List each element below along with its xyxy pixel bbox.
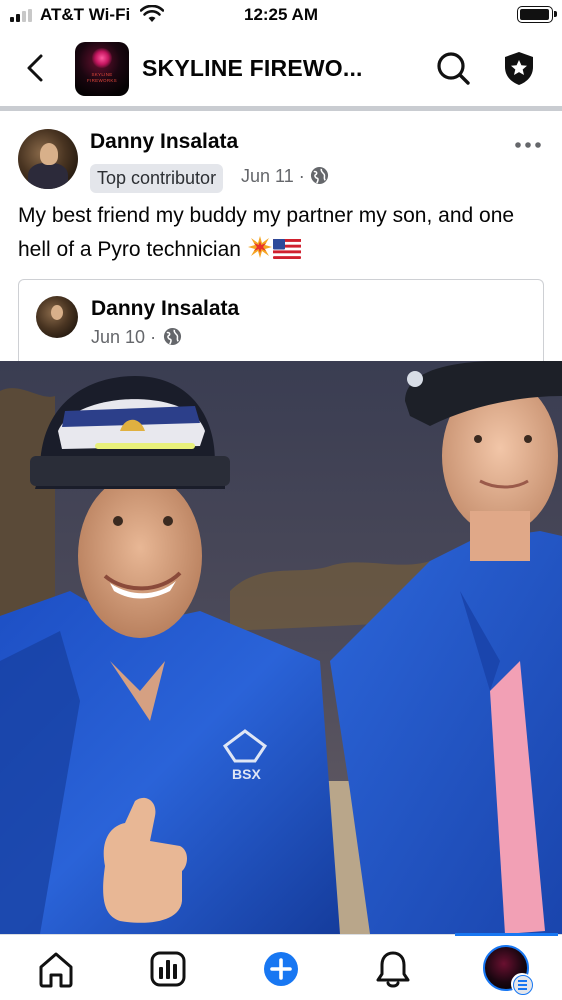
menu-icon [511, 973, 533, 995]
shared-author-avatar[interactable] [36, 296, 78, 338]
author-avatar[interactable] [18, 129, 78, 189]
globe-icon [163, 327, 182, 346]
wifi-icon [140, 5, 164, 22]
profile-avatar-icon[interactable] [483, 945, 533, 995]
shared-post-card[interactable]: Danny Insalata Jun 10 · [18, 279, 544, 369]
post-date[interactable]: Jun 11 · [241, 166, 305, 187]
post-author[interactable]: Danny Insalata [90, 130, 238, 154]
active-tab-indicator [455, 933, 558, 936]
bar-chart-icon[interactable] [146, 947, 190, 991]
cellular-signal-icon [10, 9, 34, 22]
home-icon[interactable] [34, 947, 78, 991]
page-header: SKYLINE FIREWORKS SKYLINE FIREWO... [0, 30, 562, 108]
date-separator: · [298, 166, 305, 186]
chevron-left-icon[interactable] [18, 50, 54, 86]
jacket-brand-text: BSX [232, 766, 261, 782]
shared-date-separator: · [150, 327, 157, 347]
shared-post-date[interactable]: Jun 10 · [91, 327, 156, 348]
shared-date-text[interactable]: Jun 10 [91, 327, 145, 347]
us-flag-emoji [272, 239, 301, 259]
status-bar: AT&T Wi-Fi 12:25 AM [0, 0, 562, 30]
post-text: My best friend my buddy my partner my so… [18, 199, 548, 267]
photo-illustration: BSX [0, 361, 562, 934]
globe-icon [310, 166, 329, 185]
collision-emoji [247, 236, 272, 258]
post-date-text[interactable]: Jun 11 [241, 166, 294, 186]
page-logo[interactable]: SKYLINE FIREWORKS [75, 42, 129, 96]
shield-star-icon[interactable] [500, 49, 538, 87]
more-dots-icon[interactable] [510, 135, 546, 155]
bottom-nav [0, 933, 562, 1000]
post-photo[interactable]: BSX [0, 361, 562, 934]
page-logo-text: SKYLINE FIREWORKS [87, 72, 117, 83]
search-icon[interactable] [434, 49, 472, 87]
shared-post-author[interactable]: Danny Insalata [91, 297, 239, 321]
carrier-name: AT&T Wi-Fi [40, 5, 131, 24]
header-divider [0, 106, 562, 111]
clock: 12:25 AM [243, 5, 318, 24]
battery-icon [517, 6, 557, 23]
plus-circle-icon[interactable] [259, 947, 303, 991]
page-title[interactable]: SKYLINE FIREWO... [142, 55, 363, 82]
top-contributor-badge[interactable]: Top contributor [90, 164, 224, 193]
bell-icon[interactable] [371, 947, 415, 991]
